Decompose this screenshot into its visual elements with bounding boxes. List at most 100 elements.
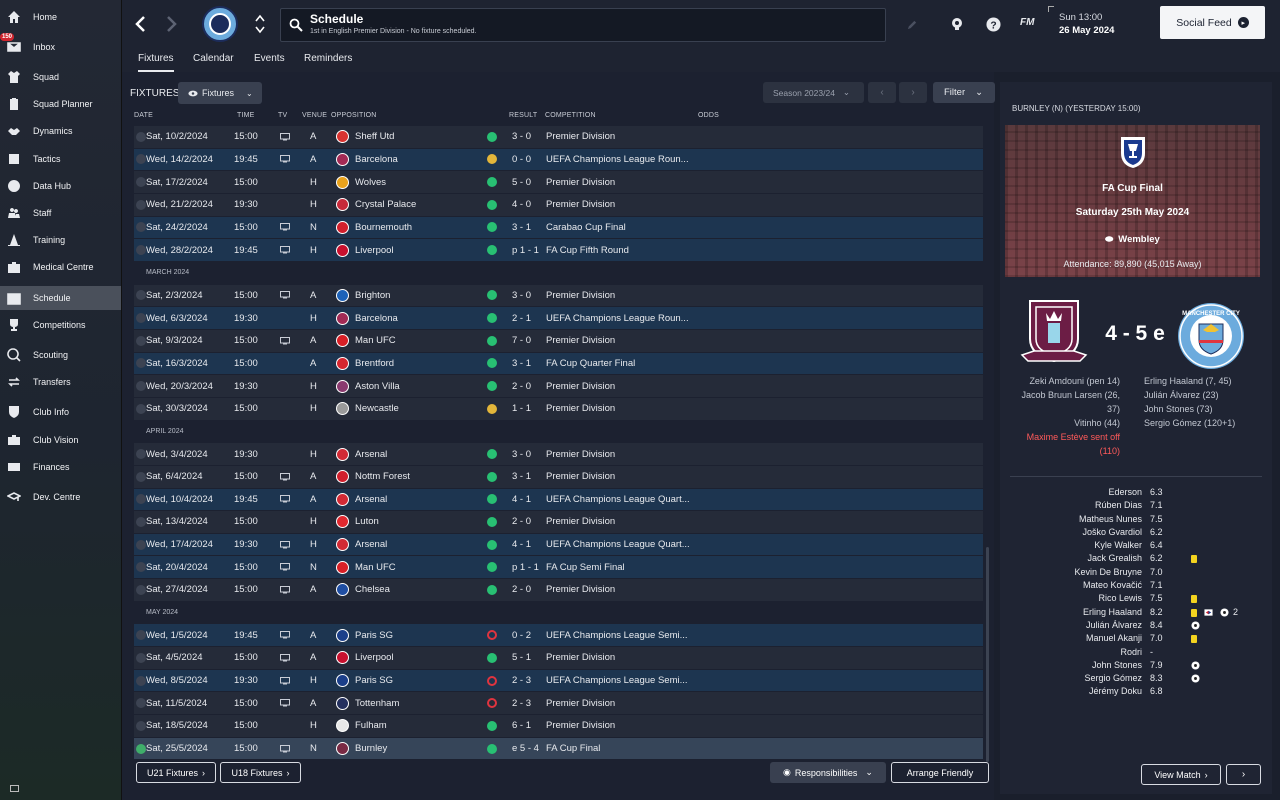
- filter-button[interactable]: Filter ⌄: [933, 82, 995, 103]
- sidebar-item-inbox[interactable]: Inbox 150: [0, 33, 121, 59]
- fixture-opposition[interactable]: Fulham: [355, 720, 387, 731]
- fixture-opposition[interactable]: Brighton: [355, 290, 390, 301]
- table-row[interactable]: Sat, 16/3/2024 15:00 A Brentford 3 - 1 FA Cup…: [134, 352, 983, 376]
- fixture-opposition[interactable]: Crystal Palace: [355, 199, 416, 210]
- col-venue[interactable]: VENUE: [302, 112, 327, 119]
- table-row[interactable]: Sat, 4/5/2024 15:00 A Liverpool 5 - 1 Premier…: [134, 647, 983, 670]
- row-select-icon[interactable]: [136, 177, 146, 188]
- col-date[interactable]: DATE: [134, 112, 153, 119]
- sidebar-item-medical-centre[interactable]: Medical Centre: [0, 255, 121, 279]
- fixture-opposition[interactable]: Man UFC: [355, 562, 396, 573]
- table-row[interactable]: Wed, 1/5/2024 19:45 A Paris SG 0 - 2 UEFA Cha…: [134, 624, 983, 648]
- sidebar-item-squad[interactable]: Squad: [0, 65, 121, 89]
- sidebar-item-schedule[interactable]: Schedule: [0, 286, 121, 310]
- row-select-icon[interactable]: [136, 245, 146, 256]
- sidebar-item-finances[interactable]: Finances: [0, 455, 121, 479]
- player-rating-row[interactable]: Joško Gvardiol 6.2: [1000, 527, 1272, 540]
- fixture-opposition[interactable]: Sheff Utd: [355, 131, 394, 142]
- player-rating-row[interactable]: Rúben Dias 7.1: [1000, 500, 1272, 513]
- fixture-result[interactable]: 3 - 0: [512, 131, 531, 142]
- row-select-icon[interactable]: [136, 199, 146, 210]
- sidebar-item-competitions[interactable]: Competitions: [0, 313, 121, 337]
- player-rating-row[interactable]: Kevin De Bruyne 7.0: [1000, 567, 1272, 580]
- player-rating-row[interactable]: Sergio Gómez 8.3: [1000, 673, 1272, 686]
- fixture-opposition[interactable]: Barcelona: [355, 313, 398, 324]
- table-row[interactable]: Sat, 20/4/2024 15:00 N Man UFC p 1 - 1 FA Cup…: [134, 556, 983, 580]
- sidebar-item-home[interactable]: Home: [0, 5, 121, 29]
- player-rating-row[interactable]: Ederson 6.3: [1000, 487, 1272, 500]
- fixture-opposition[interactable]: Man UFC: [355, 335, 396, 346]
- sidebar-collapse-icon[interactable]: [10, 785, 19, 792]
- fixture-result[interactable]: 0 - 2: [512, 630, 531, 641]
- table-row[interactable]: Wed, 28/2/2024 19:45 H Liverpool p 1 - 1 FA C…: [134, 239, 983, 262]
- fixture-result[interactable]: e 5 - 4: [512, 743, 539, 754]
- fixture-result[interactable]: p 1 - 1: [512, 562, 539, 573]
- sidebar-item-squad-planner[interactable]: Squad Planner: [0, 92, 121, 116]
- fixture-opposition[interactable]: Bournemouth: [355, 222, 412, 233]
- fixture-result[interactable]: 3 - 1: [512, 358, 531, 369]
- table-row[interactable]: Sat, 30/3/2024 15:00 H Newcastle 1 - 1 Premie…: [134, 397, 983, 421]
- fixtures-view-dropdown[interactable]: Fixtures ⌄: [178, 82, 262, 104]
- table-row[interactable]: Sat, 25/5/2024 15:00 N Burnley e 5 - 4 FA Cup…: [134, 737, 983, 761]
- next-season-button[interactable]: ›: [899, 82, 927, 103]
- fixture-opposition[interactable]: Chelsea: [355, 584, 390, 595]
- fixture-opposition[interactable]: Liverpool: [355, 245, 394, 256]
- responsibilities-dropdown[interactable]: ◉ Responsibilities ⌄: [770, 762, 886, 783]
- row-select-icon[interactable]: [136, 358, 146, 369]
- fixture-opposition[interactable]: Newcastle: [355, 403, 399, 414]
- next-match-button[interactable]: ›: [1226, 764, 1261, 785]
- table-row[interactable]: Sat, 27/4/2024 15:00 A Chelsea 2 - 0 Premier …: [134, 579, 983, 602]
- row-select-icon[interactable]: [136, 154, 146, 165]
- fm-logo[interactable]: FM: [1020, 17, 1034, 28]
- player-rating-row[interactable]: Julián Álvarez 8.4: [1000, 620, 1272, 633]
- row-select-icon[interactable]: [136, 222, 146, 233]
- fixture-result[interactable]: 4 - 1: [512, 539, 531, 550]
- arrange-friendly-button[interactable]: Arrange Friendly: [891, 762, 989, 783]
- sidebar-item-tactics[interactable]: Tactics: [0, 147, 121, 171]
- row-select-icon[interactable]: [136, 630, 146, 641]
- fixture-opposition[interactable]: Luton: [355, 516, 379, 527]
- fixture-opposition[interactable]: Arsenal: [355, 539, 387, 550]
- player-rating-row[interactable]: Erling Haaland 8.2 2: [1000, 607, 1272, 620]
- table-row[interactable]: Sat, 6/4/2024 15:00 A Nottm Forest 3 - 1 Prem…: [134, 465, 983, 489]
- sidebar-item-transfers[interactable]: Transfers: [0, 370, 121, 394]
- tab-calendar[interactable]: Calendar: [193, 53, 234, 72]
- forward-button[interactable]: [160, 10, 184, 38]
- table-row[interactable]: Sat, 13/4/2024 15:00 H Luton 2 - 0 Premier Di…: [134, 511, 983, 534]
- fixture-result[interactable]: 2 - 3: [512, 675, 531, 686]
- table-row[interactable]: Wed, 6/3/2024 19:30 H Barcelona 2 - 1 UEFA Ch…: [134, 307, 983, 330]
- fixture-opposition[interactable]: Liverpool: [355, 652, 394, 663]
- fixture-result[interactable]: 6 - 1: [512, 720, 531, 731]
- row-select-icon[interactable]: [136, 381, 146, 392]
- scrollbar[interactable]: [986, 547, 989, 762]
- sidebar-item-dynamics[interactable]: Dynamics: [0, 119, 121, 143]
- social-feed-button[interactable]: Social Feed ▸: [1160, 6, 1265, 39]
- sidebar-item-club-info[interactable]: Club Info: [0, 400, 121, 424]
- fixture-result[interactable]: 2 - 0: [512, 381, 531, 392]
- row-select-icon[interactable]: [136, 131, 146, 142]
- player-rating-row[interactable]: Jack Grealish 6.2: [1000, 553, 1272, 566]
- table-row[interactable]: Sat, 11/5/2024 15:00 A Tottenham 2 - 3 Premie…: [134, 692, 983, 716]
- row-select-icon[interactable]: [136, 516, 146, 527]
- table-row[interactable]: Sat, 18/5/2024 15:00 H Fulham 6 - 1 Premier D…: [134, 715, 983, 738]
- view-match-button[interactable]: View Match ›: [1141, 764, 1221, 785]
- fixture-opposition[interactable]: Wolves: [355, 177, 386, 188]
- fixture-result[interactable]: 2 - 1: [512, 313, 531, 324]
- brain-icon[interactable]: [949, 16, 965, 32]
- burnley-crest[interactable]: [1020, 299, 1088, 369]
- fixture-opposition[interactable]: Aston Villa: [355, 381, 400, 392]
- player-rating-row[interactable]: Matheus Nunes 7.5: [1000, 514, 1272, 527]
- col-tv[interactable]: TV: [278, 112, 287, 119]
- fixture-result[interactable]: 5 - 1: [512, 652, 531, 663]
- table-row[interactable]: Wed, 21/2/2024 19:30 H Crystal Palace 4 - 0 P…: [134, 193, 983, 217]
- pencil-icon[interactable]: [904, 16, 920, 32]
- table-row[interactable]: Wed, 10/4/2024 19:45 A Arsenal 4 - 1 UEFA Cha…: [134, 488, 983, 512]
- club-crest[interactable]: [202, 6, 238, 42]
- tab-events[interactable]: Events: [254, 53, 285, 72]
- sidebar-item-dev-centre[interactable]: Dev. Centre: [0, 485, 121, 509]
- fixture-opposition[interactable]: Burnley: [355, 743, 387, 754]
- u18-fixtures-button[interactable]: U18 Fixtures ›: [220, 762, 301, 783]
- col-time[interactable]: TIME: [237, 112, 255, 119]
- row-select-icon[interactable]: [136, 652, 146, 663]
- season-dropdown[interactable]: Season 2023/24 ⌄: [763, 82, 864, 103]
